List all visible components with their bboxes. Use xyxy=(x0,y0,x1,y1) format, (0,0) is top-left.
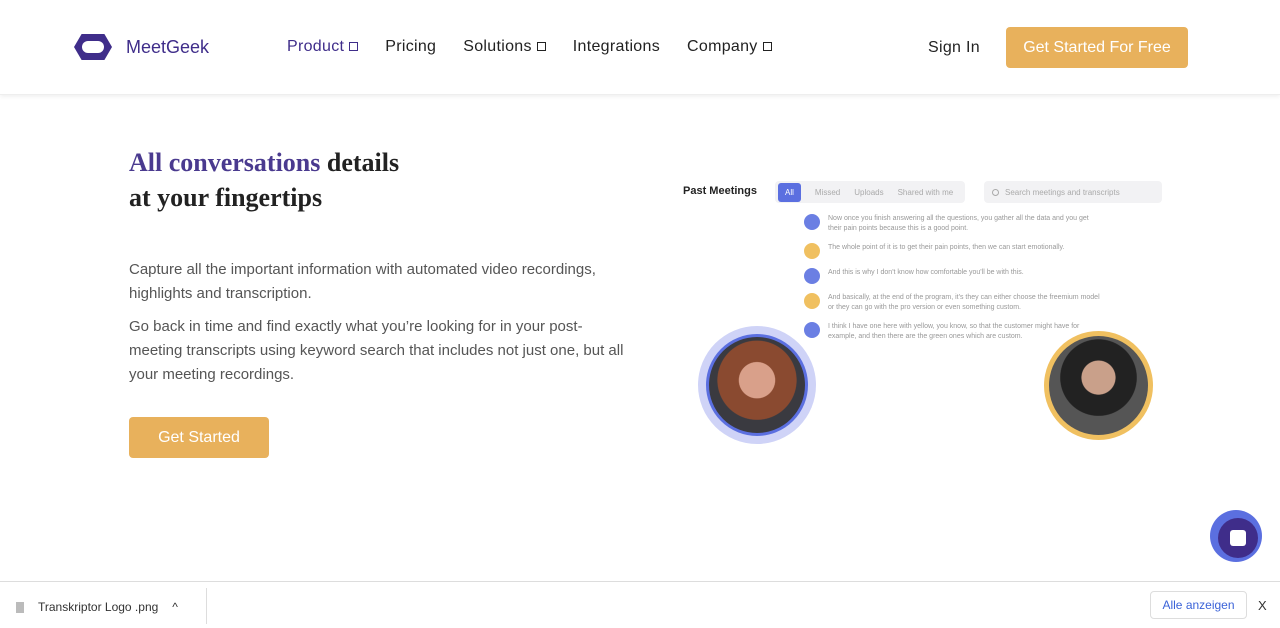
download-item[interactable]: Transkriptor Logo .png ^ xyxy=(16,600,178,614)
meeting-tabs: All Missed Uploads Shared with me xyxy=(775,181,965,203)
transcript-line: And this is why I don't know how comfort… xyxy=(804,268,1104,284)
chat-launcher-button[interactable] xyxy=(1210,510,1262,562)
brand-name: MeetGeek xyxy=(126,36,210,57)
close-icon[interactable]: X xyxy=(1258,598,1267,613)
show-all-button[interactable]: Alle anzeigen xyxy=(1150,591,1247,619)
nav-item-company[interactable]: Company xyxy=(687,38,772,56)
nav-item-integrations[interactable]: Integrations xyxy=(573,38,660,56)
top-nav: MeetGeek Product Pricing Solutions Integrat… xyxy=(0,0,1280,95)
speaker-avatar-icon xyxy=(804,214,820,230)
transcript-line: I think I have one here with yellow, you… xyxy=(804,322,1104,342)
search-icon xyxy=(992,188,999,196)
tab-shared-with-me[interactable]: Shared with me xyxy=(898,188,954,197)
get-started-button[interactable]: Get Started xyxy=(129,417,269,458)
transcript-line: The whole point of it is to get their pa… xyxy=(804,243,1104,259)
hero-paragraph-2: Go back in time and find exactly what yo… xyxy=(129,318,624,383)
tab-missed[interactable]: Missed xyxy=(815,188,840,197)
main-menu: Product Pricing Solutions Integrations Compa… xyxy=(287,38,772,56)
logo[interactable]: MeetGeek xyxy=(74,34,209,60)
speaker-avatar-icon xyxy=(804,243,820,259)
get-started-free-button[interactable]: Get Started For Free xyxy=(1006,27,1188,68)
download-bar: Transkriptor Logo .png ^ Alle anzeigen X xyxy=(0,581,1280,628)
dropdown-icon xyxy=(762,42,772,51)
sign-in-link[interactable]: Sign In xyxy=(928,39,980,57)
logo-icon xyxy=(74,34,112,60)
nav-item-product[interactable]: Product xyxy=(287,38,359,56)
speaker-avatar-icon xyxy=(804,322,820,338)
nav-item-pricing[interactable]: Pricing xyxy=(385,38,436,56)
participant-avatar-woman xyxy=(698,326,816,444)
divider xyxy=(206,588,207,624)
tab-uploads[interactable]: Uploads xyxy=(854,188,883,197)
hero-paragraph-1: Capture all the important information wi… xyxy=(129,261,596,302)
tab-all[interactable]: All xyxy=(778,182,801,202)
participant-avatar-man xyxy=(1044,331,1153,440)
search-input[interactable]: Search meetings and transcripts xyxy=(984,181,1162,203)
speaker-avatar-icon xyxy=(804,268,820,284)
speaker-avatar-icon xyxy=(804,293,820,309)
file-icon xyxy=(16,601,24,613)
chat-icon xyxy=(1230,530,1246,546)
chevron-up-icon[interactable]: ^ xyxy=(172,600,178,614)
transcript-line: Now once you finish answering all the qu… xyxy=(804,214,1104,234)
nav-item-solutions[interactable]: Solutions xyxy=(463,38,546,56)
dropdown-icon xyxy=(349,42,359,51)
transcript-list: Now once you finish answering all the qu… xyxy=(804,214,1104,351)
transcript-line: And basically, at the end of the program… xyxy=(804,293,1104,313)
past-meetings-title: Past Meetings xyxy=(683,185,757,197)
hero-title: All conversations details at your fingert… xyxy=(129,148,400,212)
dropdown-icon xyxy=(536,42,546,51)
